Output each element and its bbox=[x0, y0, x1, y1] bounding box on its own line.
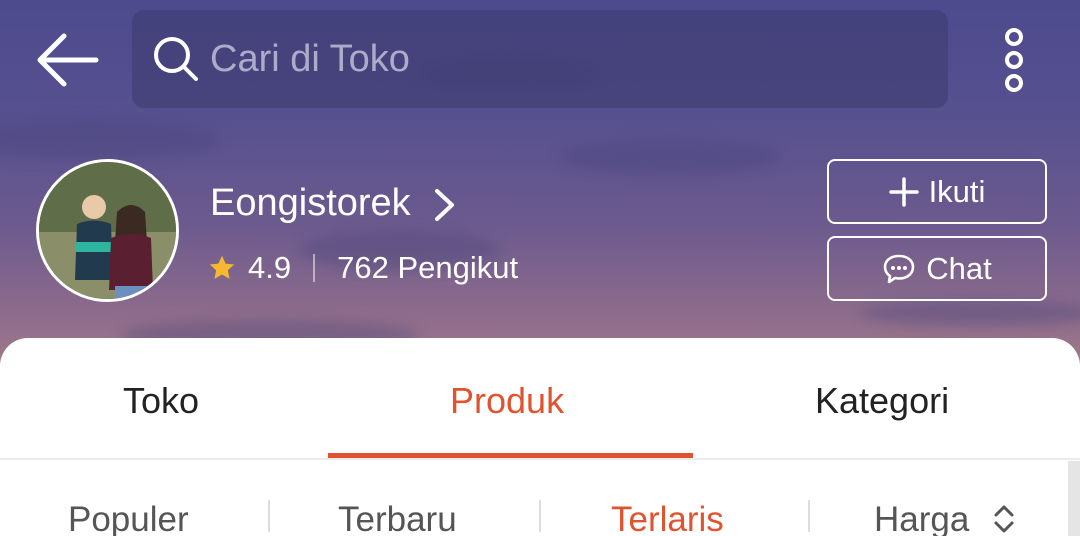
scrollbar[interactable] bbox=[1068, 461, 1080, 536]
stats-divider bbox=[313, 254, 316, 282]
sort-terbaru[interactable]: Terbaru bbox=[338, 500, 457, 536]
tab-kategori[interactable]: Kategori bbox=[815, 380, 949, 422]
back-arrow-icon[interactable] bbox=[36, 30, 100, 90]
star-icon bbox=[209, 255, 235, 279]
shop-name[interactable]: Eongistorek bbox=[210, 182, 411, 225]
shop-header-banner: Cari di Toko Eongistorek 4.9 762 Pengiku… bbox=[0, 0, 1080, 372]
plus-icon bbox=[888, 176, 919, 207]
sort-terlaris[interactable]: Terlaris bbox=[611, 500, 724, 536]
tab-toko[interactable]: Toko bbox=[123, 380, 199, 422]
tab-produk[interactable]: Produk bbox=[450, 380, 564, 422]
shop-avatar[interactable] bbox=[36, 159, 179, 302]
sort-populer[interactable]: Populer bbox=[68, 500, 189, 536]
sort-caret-icon[interactable] bbox=[990, 502, 1018, 536]
shop-rating: 4.9 bbox=[248, 250, 292, 285]
sort-harga[interactable]: Harga bbox=[874, 500, 969, 536]
search-placeholder: Cari di Toko bbox=[210, 37, 410, 80]
sort-divider bbox=[268, 500, 270, 532]
tabs-divider bbox=[0, 458, 1080, 460]
sort-divider bbox=[808, 500, 810, 532]
sort-divider bbox=[539, 500, 541, 532]
chevron-right-icon[interactable] bbox=[432, 188, 458, 222]
follower-count: 762 Pengikut bbox=[337, 250, 519, 285]
chat-label: Chat bbox=[926, 250, 992, 286]
avatar-photo bbox=[39, 162, 176, 299]
search-input[interactable]: Cari di Toko bbox=[132, 10, 948, 108]
chat-bubble-icon bbox=[883, 254, 915, 283]
follow-button[interactable]: Ikuti bbox=[827, 159, 1047, 224]
more-vertical-icon[interactable] bbox=[998, 26, 1030, 94]
shop-stats: 4.9 762 Pengikut bbox=[208, 248, 518, 288]
search-icon bbox=[154, 37, 198, 81]
shop-content-panel: Toko Produk Kategori Populer Terbaru Ter… bbox=[0, 338, 1080, 536]
follow-label: Ikuti bbox=[928, 173, 986, 209]
chat-button[interactable]: Chat bbox=[827, 236, 1047, 301]
